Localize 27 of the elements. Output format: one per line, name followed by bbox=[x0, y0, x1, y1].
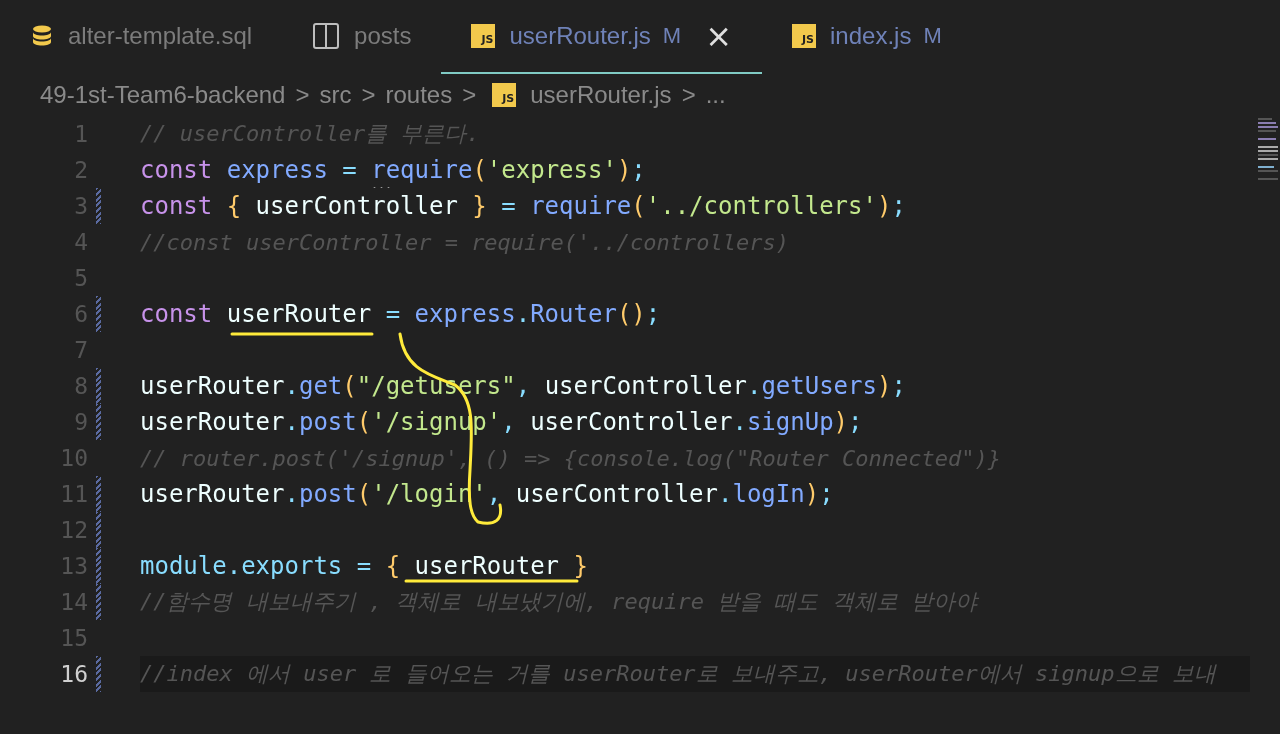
close-button[interactable]: × bbox=[695, 20, 732, 52]
code-line: //index 에서 user 로 들어오는 거를 userRouter로 보내주고, userRouter에서 signup으로 보내 bbox=[140, 660, 1216, 688]
code-line: const userRouter = express.Router(); bbox=[140, 300, 661, 328]
modified-label: M bbox=[923, 23, 942, 49]
breadcrumb-separator: > bbox=[295, 81, 310, 109]
code-line: const { userController } = require('../controllers'); bbox=[140, 192, 906, 220]
js-file-icon: JS bbox=[492, 83, 517, 107]
breadcrumb-item[interactable]: userRouter.js bbox=[530, 81, 672, 109]
breadcrumb-item[interactable]: 49-1st-Team6-backend bbox=[40, 81, 286, 109]
breadcrumb-item[interactable]: routes bbox=[385, 81, 453, 109]
js-file-icon: JS bbox=[471, 24, 496, 48]
js-file-icon: JS bbox=[792, 24, 816, 48]
breadcrumb-item[interactable]: ... bbox=[705, 81, 726, 109]
code-line: const express = require('express'); bbox=[140, 156, 646, 184]
editor-tab[interactable]: alter-template.sql bbox=[0, 0, 283, 74]
split-view-icon bbox=[312, 22, 341, 50]
breadcrumb-separator: > bbox=[681, 81, 696, 109]
line-number: 16 bbox=[59, 661, 88, 687]
editor-tab[interactable]: posts bbox=[282, 0, 442, 74]
editor-tab[interactable]: JS userRouter.js M × bbox=[441, 0, 762, 74]
editor-tab[interactable]: JS index.js M bbox=[762, 0, 972, 74]
code-line: module.exports = { userRouter } bbox=[140, 552, 588, 580]
database-icon bbox=[30, 24, 54, 48]
breadcrumb-separator: > bbox=[462, 81, 477, 109]
modified-label: M bbox=[662, 23, 682, 49]
breadcrumb-separator: > bbox=[361, 81, 376, 109]
breadcrumb-item[interactable]: src bbox=[319, 81, 352, 109]
